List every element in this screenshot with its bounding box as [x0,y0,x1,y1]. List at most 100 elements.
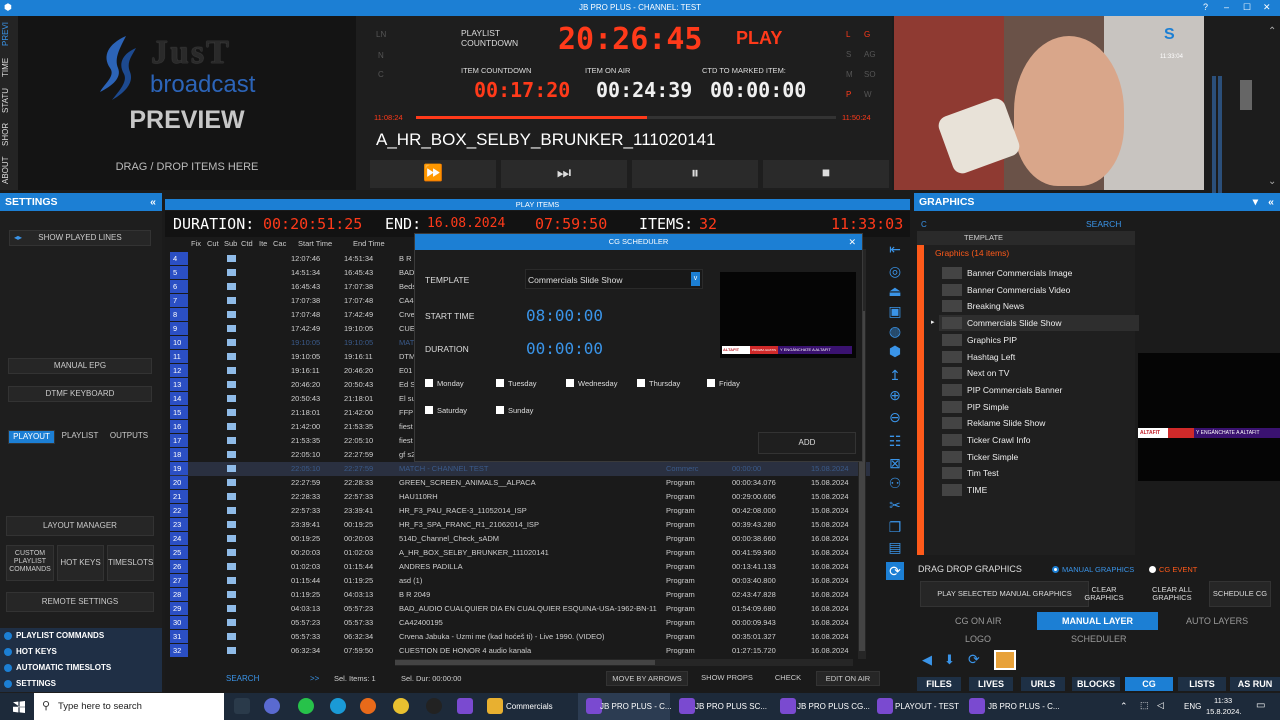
clear-all-graphics-button[interactable]: CLEAR ALL GRAPHICS [1142,581,1202,607]
copy-icon[interactable]: ❐ [886,518,904,536]
layout-manager-button[interactable]: LAYOUT MANAGER [6,516,154,536]
logo-tab[interactable]: LOGO [965,634,991,644]
horizontal-scrollbar[interactable] [395,659,853,666]
graphics-template-item[interactable]: PIP Simple [939,399,1139,415]
language-indicator[interactable]: ENG [1184,702,1201,711]
tab-lists[interactable]: LISTS [1178,677,1226,691]
table-row[interactable]: 32 06:32:34 07:59:50 CUESTION DE HONOR 4 au… [170,644,870,658]
settings-bar[interactable]: SETTINGS [0,676,162,692]
list-edit-icon[interactable]: ☷ [886,432,904,450]
table-row[interactable]: 25 00:20:03 01:02:03 A_HR_BOX_SELBY_BRUNKER… [170,546,870,560]
tab-lives[interactable]: LIVES [969,677,1013,691]
minimize-button[interactable]: – [1224,2,1229,12]
col-fix[interactable]: Fix [191,239,201,248]
duration-input[interactable]: 00:00:00 [526,339,603,358]
show-props-button[interactable]: SHOW PROPS [696,671,758,686]
notifications-icon[interactable]: ▭ [1256,700,1265,711]
graphics-search[interactable]: SEARCH [1086,219,1121,229]
table-row[interactable]: 28 01:19:25 04:03:13 B R 2049 Program 02:43:4… [170,588,870,602]
graphics-template-item[interactable]: PIP Commercials Banner [939,382,1139,398]
jb-app-icon[interactable] [969,698,985,714]
move-up-icon[interactable]: ↥ [886,366,904,384]
cg-on-air-tab[interactable]: CG ON AIR [955,616,1002,626]
whatsapp-icon[interactable] [298,698,314,714]
skip-next-button[interactable]: ⏭ [501,160,627,188]
taskbar-app[interactable]: JB PRO PLUS - C... [600,696,672,717]
fast-forward-button[interactable]: ⏩ [370,160,496,188]
image-icon[interactable] [994,650,1016,670]
target-icon[interactable]: ◎ [886,262,904,280]
checkbox-box[interactable] [566,379,574,387]
visual-studio-icon[interactable] [457,698,473,714]
playlist-commands-bar[interactable]: PLAYLIST COMMANDS [0,628,162,644]
table-row[interactable]: 29 04:03:13 05:57:23 BAD_AUDIO CUALQUIER DI… [170,602,870,616]
volume-icon[interactable]: ◁ [1157,700,1164,711]
table-row[interactable]: 20 22:27:59 22:28:33 GREEN_SCREEN_ANIMALS__… [170,476,870,490]
jb-app-icon[interactable] [877,698,893,714]
custom-playlist-commands-button[interactable]: CUSTOM PLAYLIST COMMANDS [6,545,54,581]
graphics-template-item[interactable]: Breaking News [939,298,1139,314]
check-button[interactable]: CHECK [768,671,808,686]
jb-app-icon[interactable] [679,698,695,714]
chevron-up-icon[interactable]: ⌃ [1268,26,1276,37]
tab-playlist[interactable]: PLAYLIST [57,430,103,444]
thursday-checkbox[interactable]: Thursday [637,379,680,388]
network-icon[interactable]: ⬚ [1140,700,1149,711]
vtab-preview[interactable]: PREVI [1,18,17,50]
table-row[interactable]: 27 01:15:44 01:19:25 asd (1) Program 00:03:40… [170,574,870,588]
graphics-template-item[interactable]: Next on TV [939,365,1139,381]
col-ite[interactable]: Ite [259,239,267,248]
skype-icon[interactable] [330,698,346,714]
arrow-up-circle-icon[interactable]: ⊕ [886,386,904,404]
taskbar-app[interactable]: JB PRO PLUS CG... [797,696,870,717]
maximize-button[interactable]: ☐ [1243,2,1251,13]
dtmf-keyboard-button[interactable]: DTMF KEYBOARD [8,386,152,402]
taskbar-time[interactable]: 11:33 [1214,696,1232,705]
graphics-template-item[interactable]: Banner Commercials Image [939,265,1139,281]
hot-keys-button[interactable]: HOT KEYS [57,545,104,581]
table-row[interactable]: 24 00:19:25 00:20:03 514D_Channel_Check_sAD… [170,532,870,546]
arrow-down-icon[interactable]: ⬇ [944,652,955,668]
graphics-template-item[interactable]: Ticker Crawl Info [939,432,1139,448]
show-played-lines-toggle[interactable]: ◂▸ SHOW PLAYED LINES [9,230,151,246]
pause-button[interactable]: ⏸ [632,160,758,188]
manual-epg-button[interactable]: MANUAL EPG [8,358,152,374]
graphics-template-item[interactable]: Graphics PIP [939,332,1139,348]
vtab-status[interactable]: STATU [1,84,17,116]
tab-outputs[interactable]: OUTPUTS [105,430,153,444]
checkbox-box[interactable] [496,406,504,414]
table-row[interactable]: 21 22:28:33 22:57:33 HAU110RH Program 00:29:0… [170,490,870,504]
preview-panel[interactable]: JusT broadcast PREVIEW DRAG / DROP ITEMS… [18,16,356,190]
automatic-timeslots-bar[interactable]: AUTOMATIC TIMESLOTS [0,660,162,676]
template-select[interactable]: Commercials Slide Show v [525,269,703,289]
tuesday-checkbox[interactable]: Tuesday [496,379,537,388]
graphics-template-item[interactable]: Commercials Slide Show ▸ [931,315,1139,332]
table-row[interactable]: 26 01:02:03 01:15:44 ANDRES PADILLA Program 0… [170,560,870,574]
checkbox-box[interactable] [425,406,433,414]
checkbox-box[interactable] [496,379,504,387]
arrow-down-circle-icon[interactable]: ⊖ [886,408,904,426]
save-icon[interactable]: ▣ [886,302,904,320]
add-button[interactable]: ADD [758,432,856,454]
table-row[interactable]: 30 05:57:23 05:57:33 CA42400195 Program 00:00… [170,616,870,630]
chevron-down-icon[interactable]: v [691,272,700,286]
eject-icon[interactable]: ⏏ [886,282,904,300]
tab-urls[interactable]: URLS [1021,677,1065,691]
tray-chevron-icon[interactable]: ⌃ [1120,701,1128,712]
clear-graphics-button[interactable]: CLEAR GRAPHICS [1074,581,1134,607]
scheduler-tab[interactable]: SCHEDULER [1071,634,1127,644]
wednesday-checkbox[interactable]: Wednesday [566,379,617,388]
taskbar-app[interactable]: Commercials [506,696,553,717]
vtab-shortcuts[interactable]: SHOR [1,118,17,150]
table-row[interactable]: 22 22:57:33 23:39:41 HR_F3_PAU_RACE-3_11052… [170,504,870,518]
volume-fader[interactable] [1240,80,1252,110]
taskbar-app[interactable]: PLAYOUT - TEST [895,696,959,717]
col-cac[interactable]: Cac [273,239,286,248]
manual-layer-tab[interactable]: MANUAL LAYER [1037,612,1158,630]
vtab-about[interactable]: ABOUT [1,152,17,188]
tab-cg[interactable]: CG [1125,677,1173,691]
help-button[interactable]: ? [1203,2,1208,12]
tab-playout[interactable]: PLAYOUT [8,430,55,444]
table-row[interactable]: 19 22:05:10 22:27:59 MATCH - CHANNEL TEST Co… [170,462,870,476]
radio-off-icon[interactable] [1149,566,1156,573]
